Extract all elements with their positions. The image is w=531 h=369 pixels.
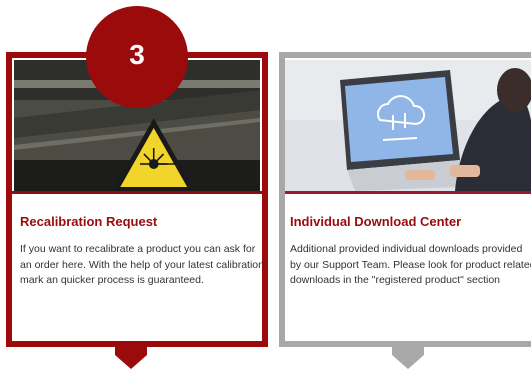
active-card-pointer (115, 347, 147, 369)
card-title[interactable]: Recalibration Request (20, 214, 157, 229)
step-number-badge: 3 (86, 6, 188, 108)
step-number: 3 (129, 39, 145, 70)
card-description: Additional provided individual downloads… (290, 243, 531, 286)
individual-download-center-card[interactable]: Individual Download Center Additional pr… (279, 52, 531, 347)
card-title[interactable]: Individual Download Center (290, 214, 461, 229)
inactive-card-pointer (392, 347, 424, 369)
laptop-cloud-image (285, 60, 531, 191)
image-divider (285, 191, 531, 194)
image-divider (12, 191, 262, 194)
card-description: If you want to recalibrate a product you… (20, 243, 264, 286)
